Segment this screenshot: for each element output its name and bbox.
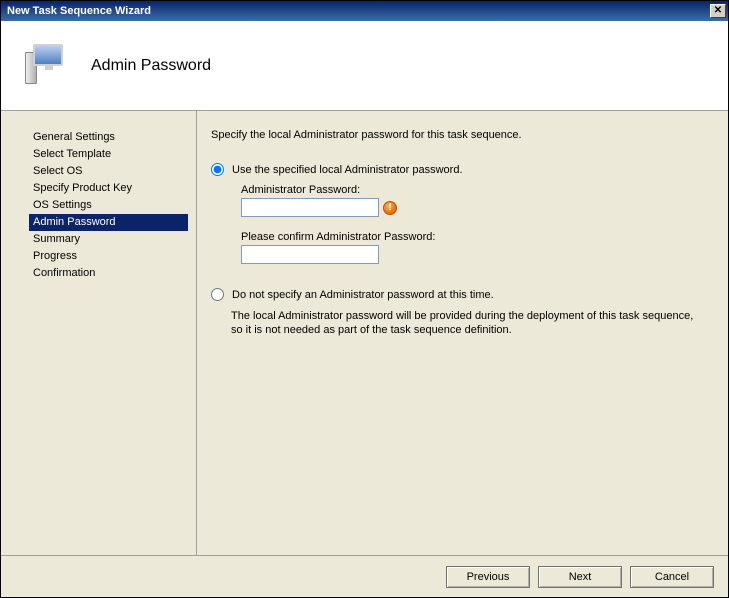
window-title: New Task Sequence Wizard	[7, 5, 151, 17]
confirm-password-block: Please confirm Administrator Password:	[241, 231, 714, 264]
radio-use-specified[interactable]	[211, 163, 224, 176]
cancel-button[interactable]: Cancel	[630, 566, 714, 588]
sidebar-item-specify-product-key[interactable]: Specify Product Key	[29, 180, 188, 197]
next-button[interactable]: Next	[538, 566, 622, 588]
titlebar: New Task Sequence Wizard ✕	[1, 1, 728, 21]
confirm-password-label: Please confirm Administrator Password:	[241, 231, 714, 243]
admin-password-label: Administrator Password:	[241, 184, 714, 196]
wizard-header: Admin Password	[1, 21, 728, 111]
sidebar-item-general-settings[interactable]: General Settings	[29, 129, 188, 146]
radio-no-password-label: Do not specify an Administrator password…	[232, 289, 494, 301]
no-password-description: The local Administrator password will be…	[231, 309, 714, 337]
option-use-specified-row: Use the specified local Administrator pa…	[211, 163, 714, 176]
close-button[interactable]: ✕	[710, 4, 726, 18]
radio-use-specified-label: Use the specified local Administrator pa…	[232, 164, 463, 176]
sidebar-item-progress[interactable]: Progress	[29, 248, 188, 265]
sidebar: General Settings Select Template Select …	[1, 111, 196, 555]
instruction-text: Specify the local Administrator password…	[211, 129, 714, 141]
sidebar-item-select-template[interactable]: Select Template	[29, 146, 188, 163]
close-icon: ✕	[714, 6, 722, 16]
sidebar-item-select-os[interactable]: Select OS	[29, 163, 188, 180]
confirm-password-input[interactable]	[241, 245, 379, 264]
sidebar-item-summary[interactable]: Summary	[29, 231, 188, 248]
page-title: Admin Password	[91, 57, 211, 75]
sidebar-item-admin-password[interactable]: Admin Password	[29, 214, 188, 231]
wizard-footer: Previous Next Cancel	[1, 555, 728, 597]
option-no-password-section: Do not specify an Administrator password…	[211, 288, 714, 337]
wizard-body: General Settings Select Template Select …	[1, 111, 728, 555]
previous-button[interactable]: Previous	[446, 566, 530, 588]
option-no-password-row: Do not specify an Administrator password…	[211, 288, 714, 301]
sidebar-item-os-settings[interactable]: OS Settings	[29, 197, 188, 214]
warning-icon: !	[383, 201, 397, 215]
radio-no-password[interactable]	[211, 288, 224, 301]
sidebar-item-confirmation[interactable]: Confirmation	[29, 265, 188, 282]
main-panel: Specify the local Administrator password…	[196, 111, 728, 555]
computer-icon	[25, 42, 73, 90]
admin-password-input[interactable]	[241, 198, 379, 217]
admin-password-block: Administrator Password: !	[241, 184, 714, 217]
